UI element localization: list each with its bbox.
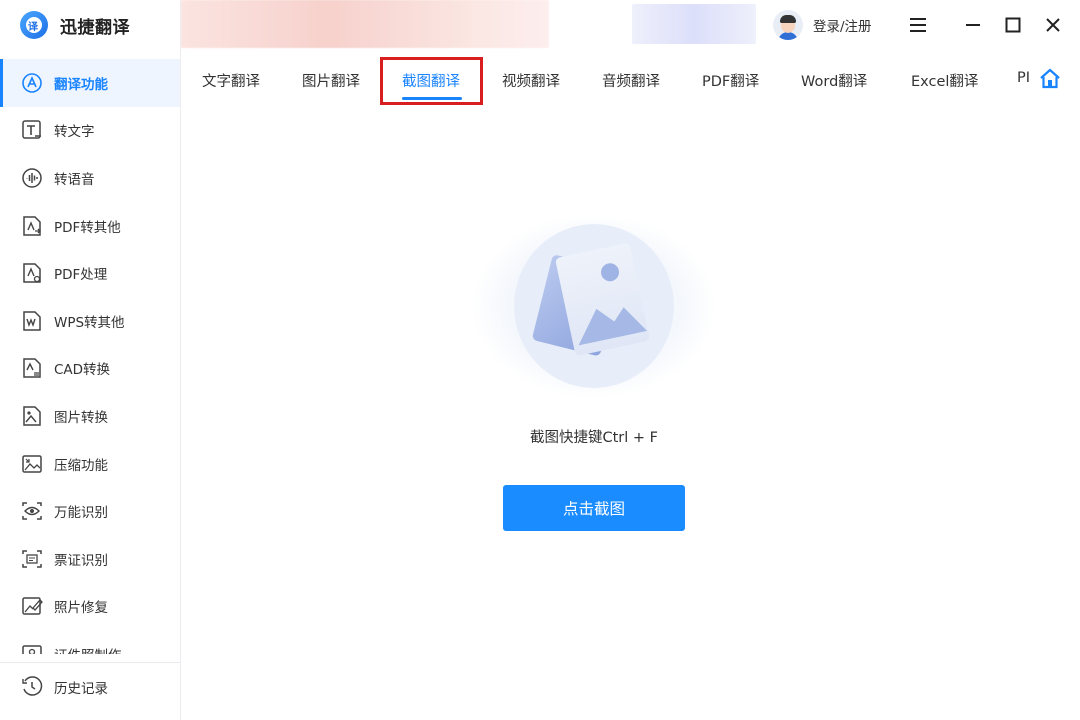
sidebar-item-photo-repair[interactable]: 照片修复 bbox=[0, 583, 180, 631]
sidebar-item-label: PDF处理 bbox=[54, 267, 108, 284]
sidebar-item-history[interactable]: 历史记录 bbox=[0, 662, 180, 710]
blurred-banner bbox=[181, 0, 549, 48]
tab-word-translate[interactable]: Word翻译 bbox=[801, 70, 867, 91]
sidebar-nav: 翻译功能 转文字 转语音 PDF转其他 PDF处理 WPS转其他 CAD转换 图… bbox=[0, 59, 180, 654]
tab-text-translate[interactable]: 文字翻译 bbox=[202, 70, 260, 91]
id-photo-icon bbox=[20, 642, 44, 654]
translate-a-icon bbox=[20, 71, 44, 95]
blurred-promo bbox=[632, 4, 756, 44]
sidebar-item-pdf-process[interactable]: PDF处理 bbox=[0, 249, 180, 297]
sidebar-item-label: CAD转换 bbox=[54, 362, 111, 379]
function-tabs: 文字翻译 图片翻译 截图翻译 视频翻译 音频翻译 PDF翻译 Word翻译 Ex… bbox=[181, 56, 1080, 106]
home-icon[interactable] bbox=[1039, 68, 1061, 90]
sidebar: 译 迅捷翻译 翻译功能 转文字 转语音 PDF转其他 PDF处理 WPS转其他 … bbox=[0, 0, 181, 720]
screenshot-illustration bbox=[470, 214, 718, 400]
top-bar: 登录/注册 bbox=[181, 0, 1080, 50]
tab-excel-translate[interactable]: Excel翻译 bbox=[911, 70, 978, 91]
sidebar-item-label: PDF转其他 bbox=[54, 219, 121, 236]
sidebar-item-image-convert[interactable]: 图片转换 bbox=[0, 392, 180, 440]
ticket-scan-icon bbox=[20, 547, 44, 571]
sidebar-item-label: 转语音 bbox=[54, 171, 95, 188]
close-button[interactable] bbox=[1041, 13, 1065, 37]
sidebar-item-universal-ocr[interactable]: 万能识别 bbox=[0, 487, 180, 535]
sidebar-item-label: 证件照制作 bbox=[54, 644, 122, 654]
sidebar-item-pdf-convert[interactable]: PDF转其他 bbox=[0, 202, 180, 250]
sidebar-item-ticket-ocr[interactable]: 票证识别 bbox=[0, 535, 180, 583]
app-logo: 译 迅捷翻译 bbox=[20, 11, 130, 39]
sidebar-item-translate[interactable]: 翻译功能 bbox=[0, 59, 180, 107]
voice-wave-icon bbox=[20, 166, 44, 190]
sidebar-item-id-photo[interactable]: 证件照制作 bbox=[0, 630, 180, 654]
photo-repair-icon bbox=[20, 594, 44, 618]
sidebar-item-label: 照片修复 bbox=[54, 600, 108, 617]
tab-pdf-translate[interactable]: PDF翻译 bbox=[702, 70, 759, 91]
login-area[interactable]: 登录/注册 bbox=[773, 10, 872, 40]
close-icon bbox=[1046, 18, 1060, 32]
avatar[interactable] bbox=[773, 10, 803, 40]
sidebar-item-label: 转文字 bbox=[54, 124, 95, 141]
compress-icon bbox=[20, 452, 44, 476]
maximize-button[interactable] bbox=[1001, 13, 1025, 37]
sidebar-item-label: 翻译功能 bbox=[54, 76, 108, 93]
minimize-button[interactable] bbox=[961, 13, 985, 37]
sidebar-item-wps-convert[interactable]: WPS转其他 bbox=[0, 297, 180, 345]
shortcut-hint: 截图快捷键Ctrl + F bbox=[529, 430, 658, 446]
sidebar-item-to-text[interactable]: 转文字 bbox=[0, 107, 180, 155]
eye-scan-icon bbox=[20, 499, 44, 523]
hamburger-menu-icon bbox=[910, 18, 926, 32]
sidebar-item-cad-convert[interactable]: CAD转换 bbox=[0, 345, 180, 393]
history-clock-icon bbox=[20, 675, 44, 699]
tab-image-translate[interactable]: 图片翻译 bbox=[302, 70, 360, 91]
pdf-convert-icon bbox=[20, 214, 44, 238]
app-title: 迅捷翻译 bbox=[60, 17, 130, 38]
text-t-icon bbox=[20, 118, 44, 142]
pdf-process-icon bbox=[20, 261, 44, 285]
cad-convert-icon bbox=[20, 356, 44, 380]
tab-audio-translate[interactable]: 音频翻译 bbox=[602, 70, 660, 91]
minimize-icon bbox=[966, 24, 980, 26]
tab-video-translate[interactable]: 视频翻译 bbox=[502, 70, 560, 91]
highlight-box bbox=[380, 57, 483, 105]
sidebar-item-label: 万能识别 bbox=[54, 505, 108, 522]
take-screenshot-button[interactable]: 点击截图 bbox=[503, 485, 685, 531]
sidebar-item-label: WPS转其他 bbox=[54, 314, 125, 331]
sidebar-item-compress[interactable]: 压缩功能 bbox=[0, 440, 180, 488]
login-register-link[interactable]: 登录/注册 bbox=[813, 15, 872, 35]
image-convert-icon bbox=[20, 404, 44, 428]
maximize-icon bbox=[1005, 17, 1021, 33]
logo-icon: 译 bbox=[20, 11, 48, 39]
sidebar-item-label: 压缩功能 bbox=[54, 457, 108, 474]
sidebar-item-to-speech[interactable]: 转语音 bbox=[0, 154, 180, 202]
sidebar-item-label: 票证识别 bbox=[54, 552, 108, 569]
wps-convert-icon bbox=[20, 309, 44, 333]
tab-ppt-translate[interactable]: PI bbox=[1017, 70, 1030, 86]
sidebar-item-label: 图片转换 bbox=[54, 409, 108, 426]
menu-button[interactable] bbox=[906, 13, 930, 37]
history-label: 历史记录 bbox=[54, 680, 108, 697]
